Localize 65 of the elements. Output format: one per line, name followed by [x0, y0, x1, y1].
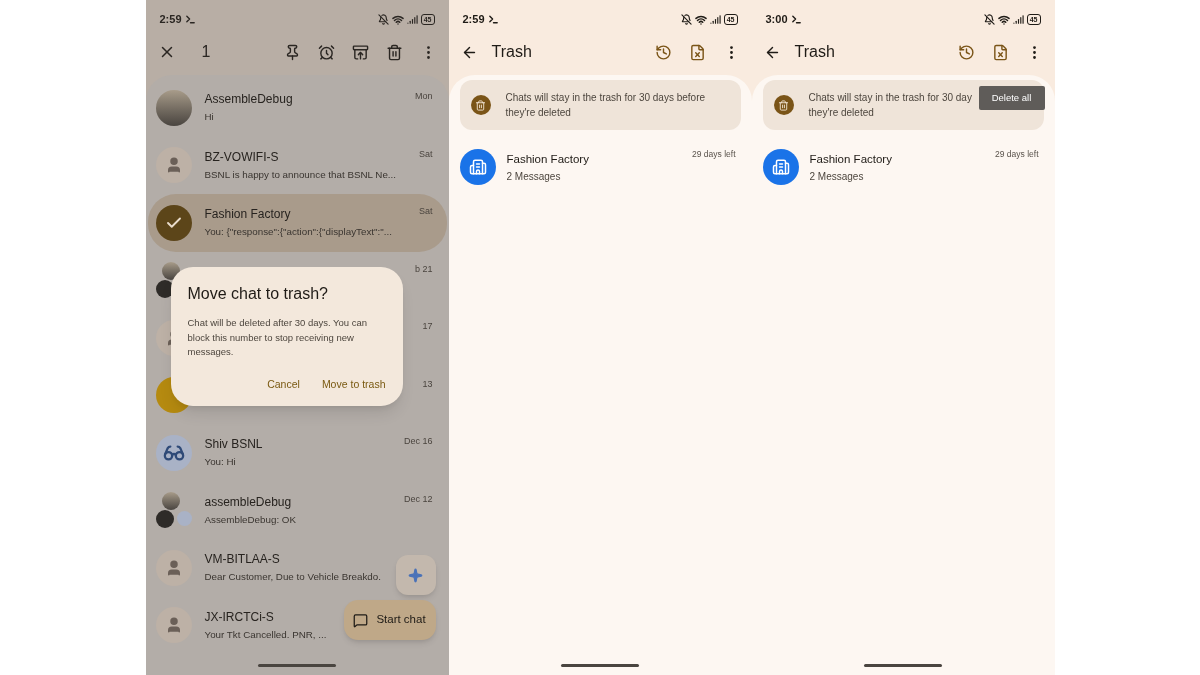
message-count: 2 Messages — [506, 169, 562, 184]
message-snippet: You: {"response":{"action":{"displayText":"... — [204, 225, 392, 240]
dialog-message: Chat will be deleted after 30 days. You can block this number to stop receiving new messages. — [187, 316, 369, 359]
signal-icon — [709, 14, 721, 25]
wifi-icon — [997, 13, 1010, 26]
sparkle-icon — [408, 567, 423, 583]
banner-text: Chats will stay in the trash for 30 days before they're deleted — [505, 91, 706, 120]
selection-count: 1 — [201, 42, 211, 62]
message-snippet: Hi — [204, 110, 214, 125]
days-left: 29 days left — [995, 148, 1039, 161]
wifi-icon — [391, 13, 404, 26]
contact-name: BZ-VOWIFI-S — [204, 148, 279, 165]
tooltip: Delete all — [978, 86, 1045, 110]
status-time: 2:59 — [462, 12, 485, 28]
contact-name: Shiv BSNL — [204, 436, 263, 453]
message-snippet: AssembleDebug: OK — [204, 512, 296, 527]
wifi-icon — [694, 13, 707, 26]
message-snippet: BSNL is happy to announce that BSNL Ne... — [204, 167, 397, 182]
terminal-icon — [487, 14, 499, 25]
days-left: 29 days left — [692, 148, 736, 161]
message-snippet: Dear Customer, Due to Vehicle Breakdo. — [204, 570, 381, 585]
mute-icon — [680, 14, 692, 25]
trash-icon — [470, 95, 491, 115]
contact-name: JX-IRCTCi-S — [204, 608, 274, 625]
dialog-button[interactable]: Move to trash — [321, 376, 386, 393]
business-avatar — [459, 149, 496, 185]
signal-icon — [406, 14, 418, 25]
status-time: 2:59 — [159, 12, 182, 28]
trash-item[interactable]: Fashion Factory 2 Messages 29 days left — [762, 138, 1044, 196]
contact-name: AssembleDebug — [204, 91, 293, 108]
signal-icon — [1012, 14, 1024, 25]
message-count: 2 Messages — [809, 169, 865, 184]
terminal-icon — [790, 14, 802, 25]
mute-icon — [377, 14, 389, 25]
alarm-clock-icon[interactable] — [317, 43, 335, 61]
contact-name: Fashion Factory — [809, 151, 893, 167]
dialog-title: Move chat to trash? — [187, 284, 329, 304]
message-snippet: You: Hi — [204, 455, 236, 470]
start-chat-button[interactable]: Start chat — [343, 600, 436, 640]
delete-icon[interactable] — [385, 43, 403, 61]
contact-name: assembleDebug — [204, 493, 292, 510]
message-snippet: Your Tkt Cancelled. PNR, ... — [204, 627, 327, 642]
message-date: 13 — [422, 377, 433, 391]
contact-name: VM-BITLAA-S — [204, 551, 280, 568]
message-date: 17 — [422, 320, 433, 333]
message-date: Sat — [419, 147, 433, 161]
mute-icon — [983, 14, 995, 25]
screen-title: Trash — [491, 42, 532, 62]
contact-name: Fashion Factory — [506, 151, 590, 167]
chat-bubble-icon — [353, 612, 369, 628]
selected-conversation-row[interactable]: Fashion Factory You: {"response":{"action":{"displayText":"... Sat — [147, 194, 447, 252]
message-date: b 21 — [414, 262, 433, 276]
message-date: Mon — [415, 90, 433, 103]
message-date: Sat — [419, 205, 433, 218]
business-avatar — [762, 149, 799, 185]
status-time: 3:00 — [765, 12, 788, 28]
message-date: Dec 12 — [403, 492, 433, 506]
archive-icon[interactable] — [351, 43, 369, 61]
banner-text: Chats will stay in the trash for 30 day they're deleted — [808, 91, 972, 120]
screen-title: Trash — [794, 42, 835, 62]
terminal-icon — [184, 14, 196, 25]
message-date: Dec 16 — [403, 435, 433, 448]
trash-item[interactable]: Fashion Factory 2 Messages 29 days left — [459, 138, 741, 196]
dialog-button[interactable]: Cancel — [267, 376, 300, 393]
contact-name: Fashion Factory — [204, 206, 291, 223]
